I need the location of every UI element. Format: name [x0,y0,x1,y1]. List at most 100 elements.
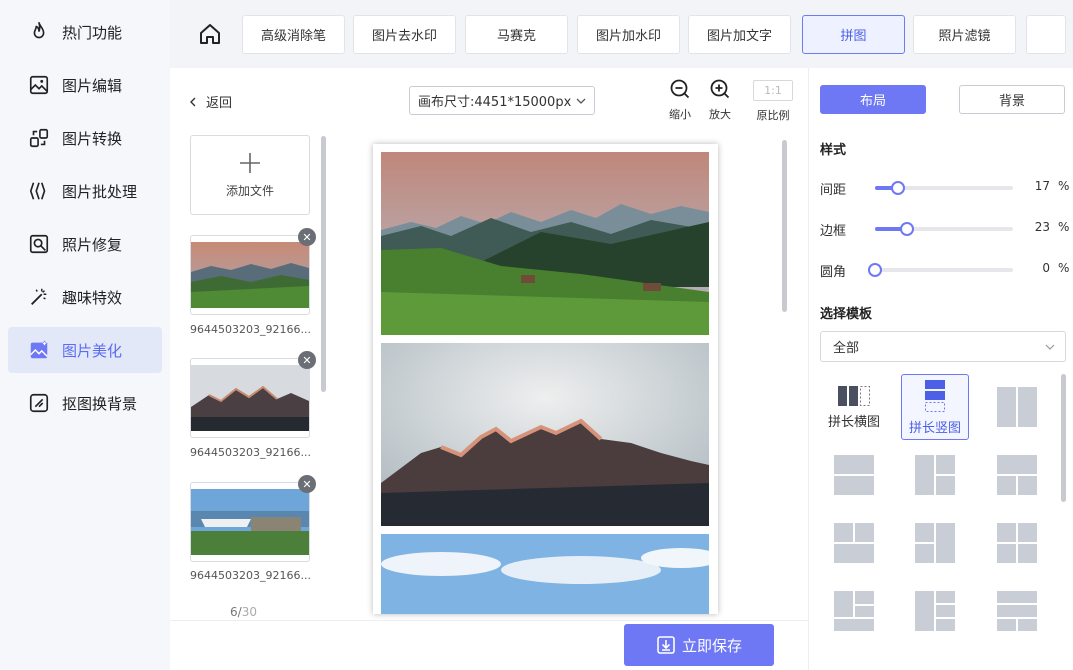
template-two-rows[interactable] [820,442,888,508]
file-thumbnail[interactable] [190,235,310,315]
remove-file-button[interactable]: ✕ [298,228,316,246]
top-tab-bar: 高级消除笔 图片去水印 马赛克 图片加水印 图片加文字 拼图 照片滤镜 [170,0,1073,68]
sidebar-item-photo-repair[interactable]: 照片修复 [8,221,162,267]
save-label: 立即保存 [681,636,742,655]
collage-photo-sky[interactable] [381,534,709,614]
coast-thumbnail [191,489,309,555]
collage-photo-mountain-sunset[interactable] [381,343,709,526]
tab-eraser[interactable]: 高级消除笔 [242,15,345,54]
sidebar-item-label: 图片转换 [62,129,123,148]
tab-add-watermark[interactable]: 图片加水印 [577,15,680,54]
back-label: 返回 [206,96,233,111]
border-slider-row: 边框 23 % [820,219,1070,239]
file-name: 9644503203_92166... [190,569,311,582]
template-label: 拼长竖图 [908,420,961,436]
sidebar-item-batch[interactable]: 图片批处理 [8,168,162,214]
save-button[interactable]: 立即保存 [624,624,774,666]
sidebar-item-hot[interactable]: 热门功能 [8,9,162,55]
original-ratio-button[interactable]: 1:1 原比例 [753,80,793,123]
template-two-left-plus-right[interactable] [901,510,969,576]
template-filter-value: 全部 [833,341,860,356]
chevron-down-icon [1045,344,1055,350]
sidebar-item-effects[interactable]: 趣味特效 [8,274,162,320]
file-thumbnail[interactable] [190,482,310,562]
canvas-size-value: 画布尺寸:4451*15000px [418,95,572,110]
sidebar-item-label: 图片编辑 [62,76,123,95]
sidebar-item-beautify[interactable]: 图片美化 [8,327,162,373]
spacing-label: 间距 [820,183,847,198]
back-button[interactable]: 返回 [188,92,232,111]
corner-slider-handle[interactable] [868,263,882,277]
file-name: 9644503203_92166... [190,323,311,336]
zoom-out-button[interactable]: 缩小 [660,78,700,122]
fire-icon [33,22,45,39]
file-list-scrollbar[interactable] [321,136,326,392]
tab-mosaic[interactable]: 马赛克 [465,15,568,54]
remove-file-button[interactable]: ✕ [298,475,316,493]
tab-collage[interactable]: 拼图 [802,15,905,54]
zoom-in-label: 放大 [709,108,731,121]
corner-slider[interactable] [868,263,1013,277]
template-top-plus-three-rows[interactable] [983,578,1051,644]
zoom-out-icon [670,79,690,99]
template-long-horizontal[interactable]: 拼长横图 [820,374,888,440]
four-mixed-template-icon [834,591,874,631]
sidebar-item-image-edit[interactable]: 图片编辑 [8,62,162,108]
template-scrollbar[interactable] [1061,374,1066,502]
download-icon [657,636,675,654]
ratio-label: 原比例 [756,109,790,122]
page-counter: 6/30 [230,605,257,619]
template-two-top-plus-bottom[interactable] [820,510,888,576]
tab-remove-watermark[interactable]: 图片去水印 [353,15,456,54]
template-top-plus-two-bottom[interactable] [983,442,1051,508]
corner-slider-row: 圆角 0 % [820,260,1070,280]
four-grid-template-icon [997,523,1037,563]
spacing-slider[interactable] [875,181,1013,195]
file-list-panel: 返回 添加文件 ✕ 9644503203_92166... ✕ 96445032… [170,68,330,620]
template-filter-select[interactable]: 全部 [820,331,1066,362]
top-plus-two-bottom-template-icon [997,455,1037,495]
sidebar-item-convert[interactable]: 图片转换 [8,115,162,161]
tab-layout[interactable]: 布局 [820,85,926,114]
border-slider[interactable] [875,222,1013,236]
collage-photo-alpine-meadow[interactable] [381,152,709,335]
chevron-left-icon [190,97,196,106]
landscape-thumbnail [191,242,309,308]
template-section-title: 选择模板 [820,307,873,322]
zoom-in-button[interactable]: 放大 [700,78,740,122]
template-two-columns[interactable] [983,374,1051,440]
left-plus-two-right-template-icon [915,455,955,495]
mountain-thumbnail [191,365,309,431]
template-left-plus-three-right[interactable] [901,578,969,644]
sidebar-item-label: 图片批处理 [62,182,138,201]
plus-icon [240,152,260,173]
template-four-grid[interactable] [983,510,1051,576]
tab-photo-filter[interactable]: 照片滤镜 [913,15,1016,54]
sidebar-item-cutout[interactable]: 抠图换背景 [8,380,162,426]
add-file-button[interactable]: 添加文件 [190,135,310,215]
two-left-plus-right-template-icon [915,523,955,563]
file-thumbnail[interactable] [190,358,310,438]
canvas-size-select[interactable]: 画布尺寸:4451*15000px [409,86,595,115]
chevron-down-icon [576,98,586,104]
sidebar-item-label: 图片美化 [62,341,123,360]
canvas-scrollbar[interactable] [782,140,787,312]
image-edit-icon [29,75,49,95]
spacing-slider-row: 间距 17 % [820,178,1070,198]
tab-background[interactable]: 背景 [959,85,1065,114]
remove-file-button[interactable]: ✕ [298,351,316,369]
home-icon[interactable] [198,22,222,46]
template-long-vertical[interactable]: 拼长竖图 [901,374,969,440]
collage-canvas[interactable] [373,144,718,614]
tab-add-text[interactable]: 图片加文字 [688,15,791,54]
beautify-icon [30,340,48,359]
ratio-value: 1:1 [753,80,793,101]
template-four-mixed[interactable] [820,578,888,644]
sidebar-item-label: 抠图换背景 [62,394,138,413]
template-left-plus-two-right[interactable] [901,442,969,508]
tab-more[interactable] [1026,15,1066,54]
sidebar-item-label: 热门功能 [62,23,123,42]
spacing-slider-handle[interactable] [891,181,906,195]
style-section-title: 样式 [820,143,847,158]
border-slider-handle[interactable] [899,222,914,236]
